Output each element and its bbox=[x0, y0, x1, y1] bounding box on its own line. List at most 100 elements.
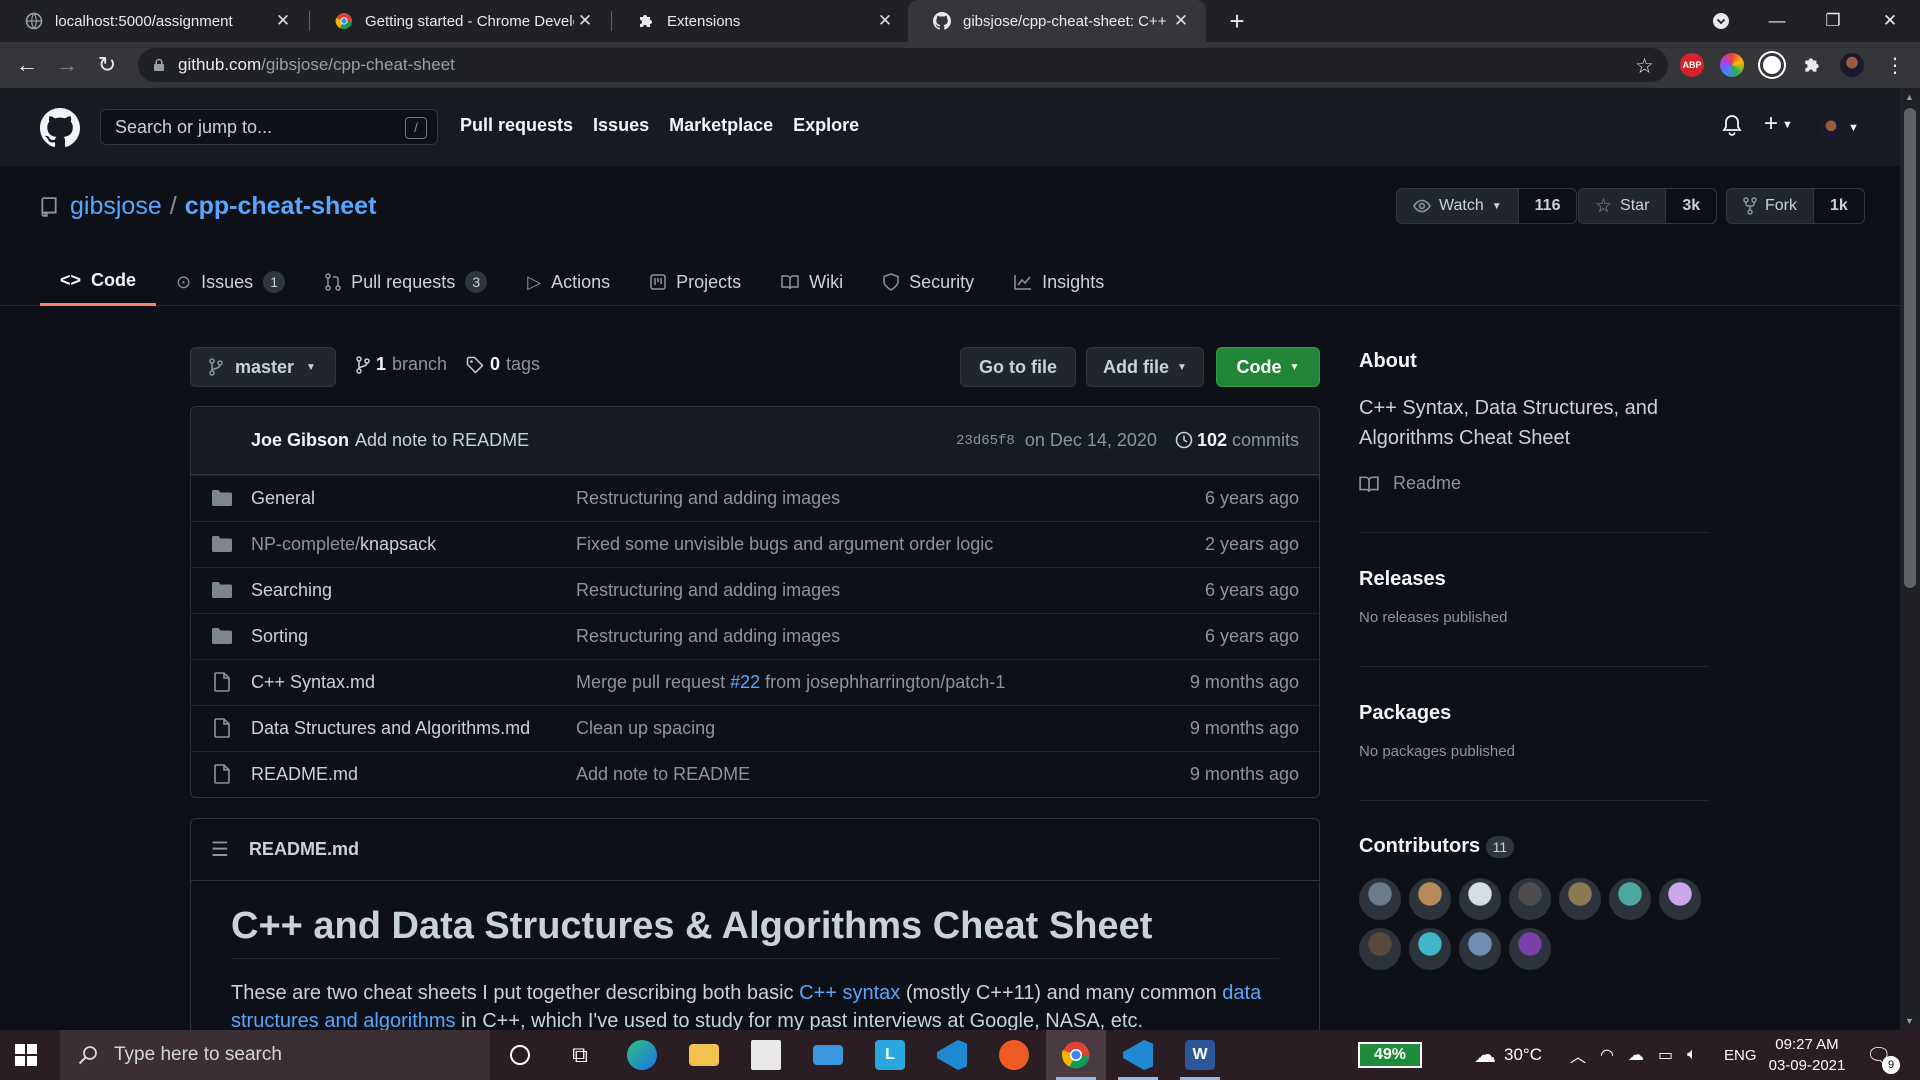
tab-projects[interactable]: Projects bbox=[630, 258, 761, 306]
back-arrow-icon[interactable]: ← bbox=[12, 50, 42, 80]
file-name[interactable]: C++ Syntax.md bbox=[251, 672, 375, 693]
github-logo-icon[interactable] bbox=[40, 108, 80, 148]
taskbar-clock[interactable]: 09:27 AM 03-09-2021 bbox=[1760, 1034, 1854, 1076]
file-explorer-icon[interactable] bbox=[674, 1030, 734, 1080]
browser-tab[interactable]: Getting started - Chrome Developers ✕ bbox=[310, 0, 610, 42]
contributor-avatar[interactable] bbox=[1409, 878, 1451, 920]
chrome-taskbar-icon[interactable] bbox=[1046, 1030, 1106, 1080]
vscode-running-icon[interactable] bbox=[1108, 1030, 1168, 1080]
chevron-up-icon[interactable]: ︿ bbox=[1570, 1043, 1586, 1067]
nav-explore[interactable]: Explore bbox=[793, 115, 859, 136]
edge-browser-icon[interactable] bbox=[612, 1030, 672, 1080]
volume-icon[interactable]: 🔈︎ bbox=[1687, 1046, 1697, 1064]
l-app-icon[interactable]: L bbox=[860, 1030, 920, 1080]
file-row[interactable]: Searching Restructuring and adding image… bbox=[191, 567, 1319, 613]
minimize-icon[interactable]: — bbox=[1749, 0, 1805, 42]
close-window-icon[interactable]: ✕ bbox=[1862, 0, 1918, 42]
file-commit-message[interactable]: Restructuring and adding images bbox=[576, 580, 840, 601]
mail-icon[interactable] bbox=[798, 1030, 858, 1080]
vscode-icon[interactable] bbox=[922, 1030, 982, 1080]
contributor-avatar[interactable] bbox=[1509, 928, 1551, 970]
wifi-icon[interactable]: ◠ bbox=[1600, 1045, 1614, 1065]
battery-icon[interactable]: ▭ bbox=[1658, 1045, 1673, 1065]
tab-security[interactable]: Security bbox=[863, 258, 994, 306]
scrollbar-thumb[interactable] bbox=[1904, 108, 1916, 588]
file-row[interactable]: README.md Add note to README 9 months ag… bbox=[191, 751, 1319, 797]
commits-link[interactable]: 102 commits bbox=[1167, 430, 1299, 451]
readme-link-cpp-syntax[interactable]: C++ syntax bbox=[799, 982, 900, 1004]
nav-issues[interactable]: Issues bbox=[593, 115, 649, 136]
task-view-icon[interactable]: ⧉ bbox=[550, 1030, 610, 1080]
create-new-plus-icon[interactable]: + ▼ bbox=[1764, 110, 1793, 138]
commit-sha[interactable]: 23d65f8 bbox=[956, 433, 1015, 449]
tags-link[interactable]: 0 tags bbox=[466, 354, 540, 375]
close-tab-icon[interactable]: ✕ bbox=[272, 11, 294, 31]
close-tab-icon[interactable]: ✕ bbox=[874, 11, 896, 31]
watch-button[interactable]: Watch ▼ bbox=[1397, 189, 1519, 223]
add-file-button[interactable]: Add file ▼ bbox=[1086, 347, 1204, 387]
color-extension-icon[interactable] bbox=[1720, 53, 1744, 77]
branch-selector-button[interactable]: master ▼ bbox=[190, 347, 336, 387]
packages-title[interactable]: Packages bbox=[1359, 702, 1709, 725]
circle-extension-icon[interactable] bbox=[1760, 53, 1784, 77]
reload-icon[interactable]: ↻ bbox=[92, 50, 122, 80]
commit-message[interactable]: Add note to README bbox=[355, 430, 529, 451]
contributor-avatar[interactable] bbox=[1559, 878, 1601, 920]
contributor-avatar[interactable] bbox=[1459, 878, 1501, 920]
fork-button[interactable]: Fork bbox=[1727, 189, 1814, 223]
file-row[interactable]: C++ Syntax.md Merge pull request #22 fro… bbox=[191, 659, 1319, 705]
notifications-icon[interactable]: 🗨︎ 9 bbox=[1866, 1030, 1900, 1080]
file-name[interactable]: NP-complete/knapsack bbox=[251, 534, 436, 555]
postman-icon[interactable] bbox=[984, 1030, 1044, 1080]
file-row[interactable]: Sorting Restructuring and adding images … bbox=[191, 613, 1319, 659]
microsoft-store-icon[interactable] bbox=[736, 1030, 796, 1080]
chrome-menu-icon[interactable]: ⋮ bbox=[1880, 50, 1910, 80]
contributor-avatar[interactable] bbox=[1459, 928, 1501, 970]
contributor-avatar[interactable] bbox=[1409, 928, 1451, 970]
taskbar-search-input[interactable]: Type here to search bbox=[60, 1030, 490, 1080]
code-download-button[interactable]: Code ▼ bbox=[1216, 347, 1320, 387]
scroll-down-icon[interactable]: ▼ bbox=[1905, 1016, 1914, 1026]
file-name[interactable]: README.md bbox=[251, 764, 358, 785]
tab-code[interactable]: <> Code bbox=[40, 258, 157, 306]
file-name[interactable]: General bbox=[251, 488, 315, 509]
star-button[interactable]: ☆ Star bbox=[1579, 189, 1667, 223]
file-commit-message[interactable]: Restructuring and adding images bbox=[576, 488, 840, 509]
contributors-title[interactable]: Contributors 11 bbox=[1359, 835, 1709, 858]
file-name[interactable]: Searching bbox=[251, 580, 332, 601]
repo-name-link[interactable]: cpp-cheat-sheet bbox=[185, 192, 377, 221]
forward-arrow-icon[interactable]: → bbox=[52, 50, 82, 80]
file-commit-message[interactable]: Fixed some unvisible bugs and argument o… bbox=[576, 534, 993, 555]
onedrive-cloud-icon[interactable]: ☁ bbox=[1628, 1045, 1644, 1065]
address-bar[interactable]: github.com/gibsjose/cpp-cheat-sheet ☆ bbox=[138, 48, 1668, 82]
cortana-icon[interactable] bbox=[490, 1030, 550, 1080]
repo-owner-link[interactable]: gibsjose bbox=[70, 192, 162, 221]
list-unordered-icon[interactable]: ☰ bbox=[211, 837, 229, 862]
language-indicator[interactable]: ENG bbox=[1724, 1030, 1757, 1080]
close-tab-icon[interactable]: ✕ bbox=[574, 11, 596, 31]
windows-start-icon[interactable] bbox=[14, 1043, 38, 1067]
profile-avatar[interactable] bbox=[1840, 53, 1864, 77]
tab-wiki[interactable]: Wiki bbox=[761, 258, 863, 306]
nav-pull-requests[interactable]: Pull requests bbox=[460, 115, 573, 136]
tab-pull-requests[interactable]: Pull requests 3 bbox=[305, 258, 507, 306]
notifications-bell-icon[interactable] bbox=[1722, 114, 1742, 142]
battery-indicator[interactable]: 49% bbox=[1358, 1042, 1422, 1068]
browser-tab[interactable]: localhost:5000/assignment ✕ bbox=[0, 0, 308, 42]
contributor-avatar[interactable] bbox=[1659, 878, 1701, 920]
branches-link[interactable]: 1 branch bbox=[356, 354, 447, 375]
fork-count[interactable]: 1k bbox=[1814, 189, 1864, 223]
file-commit-message[interactable]: Clean up spacing bbox=[576, 718, 715, 739]
new-tab-button[interactable]: + bbox=[1222, 6, 1252, 36]
contributor-avatar[interactable] bbox=[1509, 878, 1551, 920]
releases-title[interactable]: Releases bbox=[1359, 568, 1709, 591]
readme-sidebar-link[interactable]: Readme bbox=[1359, 473, 1709, 494]
close-tab-icon[interactable]: ✕ bbox=[1170, 11, 1192, 31]
file-commit-message[interactable]: Add note to README bbox=[576, 764, 750, 785]
adblock-extension-icon[interactable]: ABP bbox=[1680, 53, 1704, 77]
go-to-file-button[interactable]: Go to file bbox=[960, 347, 1076, 387]
file-row[interactable]: Data Structures and Algorithms.md Clean … bbox=[191, 705, 1319, 751]
commit-author[interactable]: Joe Gibson bbox=[251, 430, 349, 451]
restore-icon[interactable]: ❐ bbox=[1805, 0, 1861, 42]
contributor-avatar[interactable] bbox=[1359, 928, 1401, 970]
